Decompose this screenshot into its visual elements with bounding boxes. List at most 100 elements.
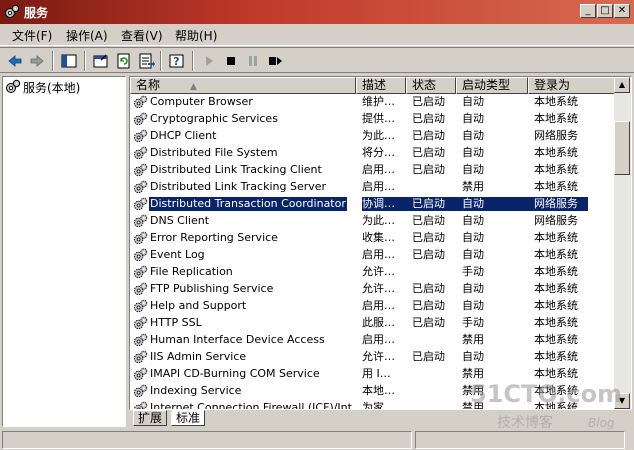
service-startup-type: 自动 [462, 282, 484, 295]
service-startup-type: 自动 [462, 197, 534, 211]
service-name: Cryptographic Services [150, 112, 278, 125]
menu-file[interactable]: 文件(F) [12, 27, 52, 44]
column-header-startup-type[interactable]: 启动类型 [456, 77, 528, 94]
column-header-status[interactable]: 状态 [406, 77, 456, 94]
service-description: 启用… [362, 163, 395, 176]
service-description: 协调… [362, 197, 412, 211]
service-row[interactable]: Distributed Link Tracking Server 启用… 禁用 本地系… [130, 179, 615, 196]
svg-text:?: ? [173, 55, 179, 68]
tab-standard[interactable]: 标准 [171, 410, 206, 426]
forward-arrow-icon[interactable] [28, 52, 46, 70]
service-logon-as: 网络服务 [534, 197, 588, 211]
service-row[interactable]: Distributed Transaction Coordinator 协调… 已启… [130, 196, 615, 213]
service-row[interactable]: Event Log 启用… 已启动 自动 本地系统 [130, 247, 615, 264]
service-name: File Replication [150, 265, 233, 278]
close-button[interactable]: ✕ [614, 4, 630, 18]
service-row[interactable]: Error Reporting Service 收集… 已启动 自动 本地系统 [130, 230, 615, 247]
service-startup-type: 自动 [462, 214, 484, 227]
service-status: 已启动 [412, 350, 445, 363]
service-status: 已启动 [412, 299, 445, 312]
vertical-scrollbar[interactable]: ▲ ▼ [614, 77, 631, 409]
restart-service-icon[interactable] [266, 52, 284, 70]
service-description: 启用… [362, 299, 395, 312]
service-row[interactable]: DHCP Client 为此… 已启动 自动 网络服务 [130, 128, 615, 145]
service-gear-icon [133, 299, 148, 313]
service-gear-icon [133, 231, 148, 245]
service-logon-as: 本地系统 [534, 163, 578, 176]
service-description: 启用… [362, 248, 395, 261]
service-row[interactable]: HTTP SSL 此服… 已启动 手动 本地系统 [130, 315, 615, 332]
column-header-description[interactable]: 描述 [356, 77, 406, 94]
service-row[interactable]: Cryptographic Services 提供… 已启动 自动 本地系统 [130, 111, 615, 128]
service-row[interactable]: Computer Browser 维护… 已启动 自动 本地系统 [130, 94, 615, 111]
service-name: Internet Connection Firewall (ICF)/Int… [150, 401, 363, 410]
toolbar: ? [0, 47, 634, 73]
menu-view[interactable]: 查看(V) [121, 27, 163, 44]
service-logon-as: 本地系统 [534, 180, 578, 193]
service-logon-as: 本地系统 [534, 112, 578, 125]
scroll-thumb[interactable] [614, 121, 630, 175]
service-gear-icon [133, 248, 148, 262]
services-rows: Computer Browser 维护… 已启动 自动 本地系统 Cryptographi… [130, 94, 615, 410]
column-header-name-label: 名称 [136, 78, 161, 92]
menu-action[interactable]: 操作(A) [66, 27, 108, 44]
service-gear-icon [133, 112, 148, 126]
service-status: 已启动 [412, 231, 445, 244]
service-status: 已启动 [412, 248, 445, 261]
scroll-up-button[interactable]: ▲ [614, 77, 630, 93]
toolbar-separator [160, 51, 162, 71]
service-startup-type: 自动 [462, 112, 484, 125]
service-row[interactable]: FTP Publishing Service 允许… 已启动 自动 本地系统 [130, 281, 615, 298]
service-gear-icon [133, 401, 148, 409]
service-gear-icon [133, 146, 148, 160]
service-logon-as: 本地系统 [534, 316, 578, 329]
column-header-logon-as[interactable]: 登录为 [528, 77, 615, 94]
service-gear-icon [133, 180, 148, 194]
service-name: DNS Client [150, 214, 210, 227]
service-logon-as: 本地系统 [534, 248, 578, 261]
show-hide-tree-icon[interactable] [60, 52, 78, 70]
minimize-button[interactable]: _ [580, 4, 596, 18]
pause-service-icon[interactable] [244, 52, 262, 70]
title-bar[interactable]: 服务 _ □ ✕ [0, 0, 634, 24]
service-logon-as: 本地系统 [534, 146, 578, 159]
toolbar-separator [84, 51, 86, 71]
help-icon[interactable]: ? [168, 52, 186, 70]
service-status: 已启动 [412, 112, 445, 125]
stop-service-icon[interactable] [222, 52, 240, 70]
service-row[interactable]: Help and Support 启用… 已启动 自动 本地系统 [130, 298, 615, 315]
service-description: 为此… [362, 214, 395, 227]
maximize-button[interactable]: □ [597, 4, 613, 18]
service-gear-icon [133, 333, 148, 347]
menu-help[interactable]: 帮助(H) [175, 27, 217, 44]
service-name: Event Log [150, 248, 205, 261]
service-name: Distributed File System [150, 146, 278, 159]
back-arrow-icon[interactable] [6, 52, 24, 70]
service-startup-type: 自动 [462, 129, 484, 142]
service-logon-as: 本地系统 [534, 265, 578, 278]
service-row[interactable]: Distributed File System 将分… 已启动 自动 本地系统 [130, 145, 615, 162]
service-status: 已启动 [412, 129, 445, 142]
watermark-subtitle: 技术博客 [497, 415, 553, 431]
start-service-icon[interactable] [200, 52, 218, 70]
services-list[interactable]: 名称 ▲ 描述 状态 启动类型 登录为 Computer Browser 维护… 已启… [129, 76, 632, 410]
properties-icon[interactable] [92, 52, 110, 70]
service-startup-type: 自动 [462, 163, 484, 176]
console-tree[interactable]: 服务(本地) [2, 76, 126, 427]
column-header-name[interactable]: 名称 ▲ [130, 77, 356, 94]
service-status: 已启动 [412, 214, 445, 227]
service-name: DHCP Client [150, 129, 217, 142]
service-row[interactable]: File Replication 允许… 手动 本地系统 [130, 264, 615, 281]
service-startup-type: 自动 [462, 299, 484, 312]
tab-extended[interactable]: 扩展 [133, 410, 168, 426]
service-row[interactable]: IIS Admin Service 允许… 已启动 自动 本地系统 [130, 349, 615, 366]
service-row[interactable]: DNS Client 为此… 已启动 自动 网络服务 [130, 213, 615, 230]
service-startup-type: 自动 [462, 146, 484, 159]
service-gear-icon [133, 95, 148, 109]
service-row[interactable]: Distributed Link Tracking Client 启用… 已启动 自动… [130, 162, 615, 179]
refresh-icon[interactable] [115, 52, 133, 70]
service-row[interactable]: Human Interface Device Access 启用… 禁用 本地系统 [130, 332, 615, 349]
service-name: Error Reporting Service [150, 231, 278, 244]
export-list-icon[interactable] [137, 52, 155, 70]
tree-item-services-local[interactable]: 服务(本地) [5, 79, 80, 95]
